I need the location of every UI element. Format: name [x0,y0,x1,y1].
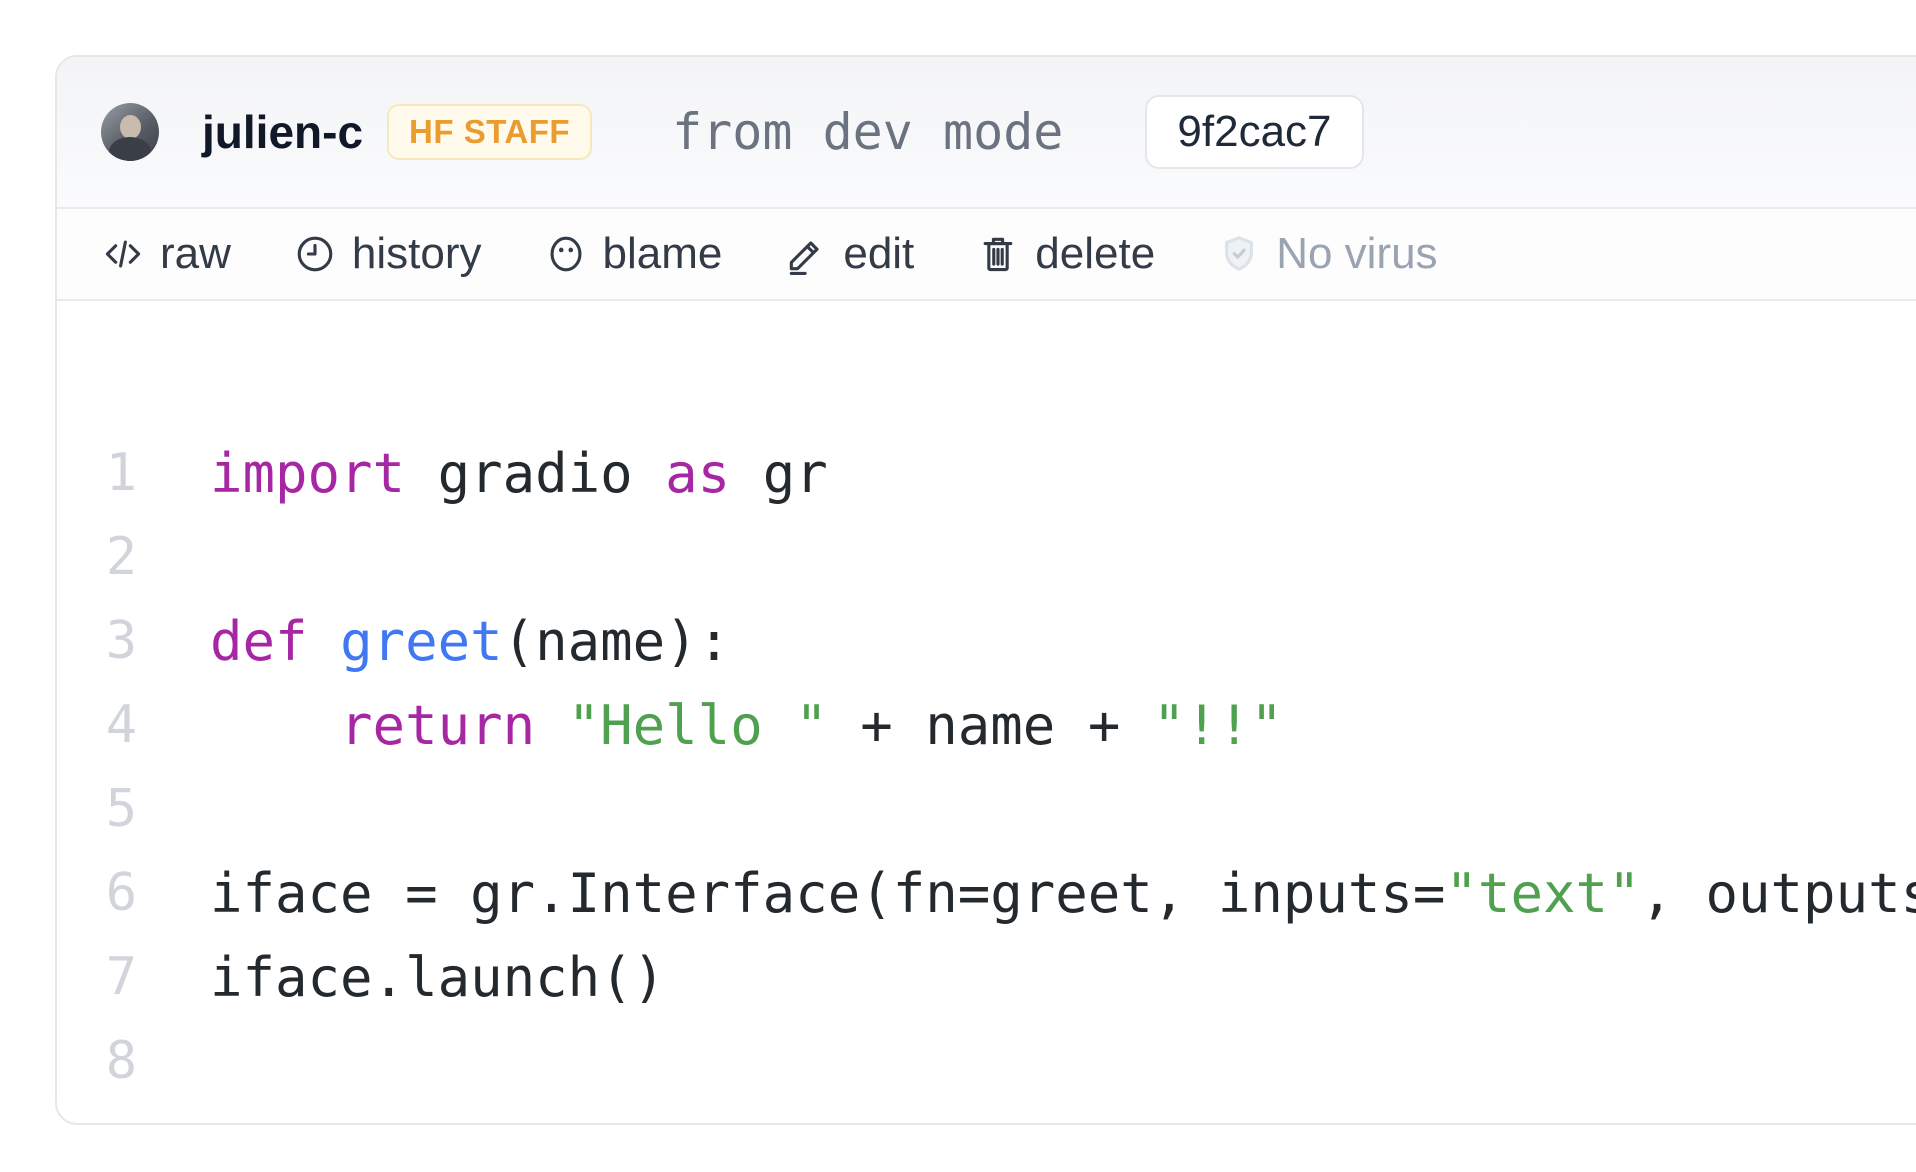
raw-button[interactable]: raw [101,229,231,279]
line-number[interactable]: 3 [57,611,137,671]
code-line: 1 import gradio as gr [57,431,1916,515]
username-link[interactable]: julien-c [202,105,363,159]
blame-label: blame [603,229,723,279]
blame-button[interactable]: blame [544,229,723,279]
code-icon [101,232,145,276]
code-text: import gradio as gr [210,442,828,505]
history-button[interactable]: history [293,229,482,279]
code-line: 8 [57,1019,1916,1103]
line-number[interactable]: 5 [57,779,137,839]
face-icon [544,232,588,276]
file-toolbar: raw history blame edit delete No virus [57,209,1916,301]
line-number[interactable]: 8 [57,1031,137,1091]
hf-staff-badge: HF STAFF [387,104,592,160]
line-number[interactable]: 7 [57,947,137,1007]
raw-label: raw [160,229,231,279]
line-number[interactable]: 4 [57,695,137,755]
virus-scan-label: No virus [1276,229,1437,279]
commit-message-link[interactable]: from dev mode [672,103,1063,161]
code-line: 5 [57,767,1916,851]
pencil-icon [784,232,828,276]
line-number[interactable]: 1 [57,443,137,503]
code-text: iface.launch() [210,946,665,1009]
line-number[interactable]: 2 [57,527,137,587]
shield-check-icon [1217,232,1261,276]
edit-label: edit [843,229,914,279]
delete-button[interactable]: delete [976,229,1155,279]
commit-hash-button[interactable]: 9f2cac7 [1145,95,1363,169]
avatar-photo [120,115,141,139]
commit-header: julien-c HF STAFF from dev mode 9f2cac7 [57,57,1916,209]
avatar[interactable] [101,103,159,161]
code-line: 7 iface.launch() [57,935,1916,1019]
code-text: iface = gr.Interface(fn=greet, inputs="t… [210,862,1916,925]
code-viewer: 1 import gradio as gr 2 3 def greet(name): 4 … [57,301,1916,1123]
file-viewer-card: julien-c HF STAFF from dev mode 9f2cac7 … [55,55,1916,1125]
code-text: def greet(name): [210,610,730,673]
line-number[interactable]: 6 [57,863,137,923]
trash-icon [976,232,1020,276]
virus-scan-status[interactable]: No virus [1217,229,1437,279]
code-line: 6 iface = gr.Interface(fn=greet, inputs="… [57,851,1916,935]
clock-icon [293,232,337,276]
code-line: 3 def greet(name): [57,599,1916,683]
history-label: history [352,229,482,279]
code-line: 4 return "Hello " + name + "!!" [57,683,1916,767]
code-text: return "Hello " + name + "!!" [210,694,1283,757]
edit-button[interactable]: edit [784,229,914,279]
delete-label: delete [1035,229,1155,279]
code-line: 2 [57,515,1916,599]
